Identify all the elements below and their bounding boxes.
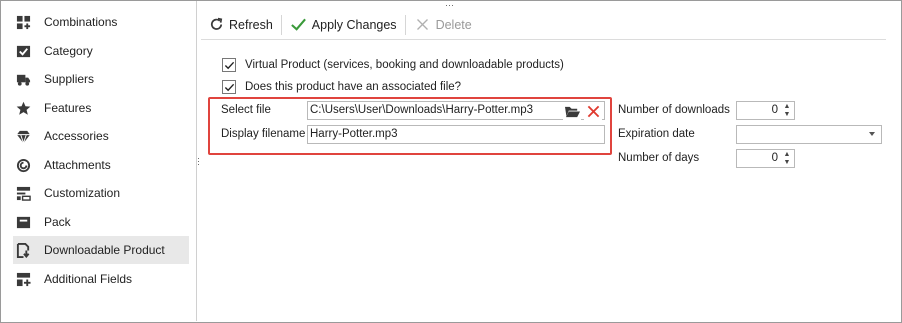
sidebar-item-combinations[interactable]: Combinations <box>15 8 189 36</box>
number-of-downloads-label: Number of downloads <box>618 104 730 116</box>
delete-label: Delete <box>435 17 472 32</box>
sidebar-item-pack[interactable]: Pack <box>15 208 189 236</box>
virtual-product-label: Virtual Product (services, booking and d… <box>245 59 564 71</box>
category-check-icon <box>15 43 31 59</box>
delete-x-icon <box>414 16 432 34</box>
sidebar-item-label: Suppliers <box>44 72 95 86</box>
clear-x-icon <box>587 105 599 117</box>
number-of-downloads-value: 0 <box>771 104 778 116</box>
expiration-date-label: Expiration date <box>618 128 695 140</box>
sidebar-item-label: Category <box>44 44 93 58</box>
checkmark-icon <box>290 16 308 34</box>
number-of-downloads-input[interactable]: 0 ▲ ▼ <box>736 101 795 120</box>
sidebar-item-accessories[interactable]: Accessories <box>15 122 189 150</box>
sidebar-item-label: Customization <box>44 186 121 200</box>
spin-arrows[interactable]: ▲ ▼ <box>782 151 792 166</box>
download-file-icon <box>15 242 31 258</box>
chevron-down-icon[interactable] <box>869 132 875 136</box>
display-filename-value: Harry-Potter.mp3 <box>310 128 398 140</box>
refresh-icon <box>207 16 225 34</box>
sidebar-item-downloadable-product[interactable]: Downloadable Product <box>13 236 189 264</box>
number-of-days-label: Number of days <box>618 152 700 164</box>
sidebar-item-customization[interactable]: Customization <box>15 179 189 207</box>
spin-down-icon[interactable]: ▼ <box>784 111 791 118</box>
splitter-grip[interactable]: · · · <box>197 154 201 169</box>
browse-folder-button[interactable] <box>563 102 581 120</box>
spin-up-icon[interactable]: ▲ <box>784 103 791 110</box>
toolbar-separator <box>280 14 282 35</box>
refresh-button[interactable]: Refresh <box>201 13 279 37</box>
sidebar-item-label: Downloadable Product <box>44 243 165 257</box>
checkmark-icon <box>224 83 234 91</box>
sidebar: Combinations Category Suppliers Features… <box>1 1 196 321</box>
display-filename-label: Display filename <box>221 128 306 140</box>
sidebar-item-attachments[interactable]: Attachments <box>15 151 189 179</box>
associated-file-row: Does this product have an associated fil… <box>222 78 461 96</box>
sidebar-item-label: Additional Fields <box>44 272 133 286</box>
sidebar-item-label: Combinations <box>44 15 118 29</box>
number-of-days-value: 0 <box>771 152 778 164</box>
select-file-value: C:\Users\User\Downloads\Harry-Potter.mp3 <box>310 104 534 116</box>
diamond-icon <box>15 128 31 144</box>
spin-up-icon[interactable]: ▲ <box>784 151 791 158</box>
refresh-label: Refresh <box>229 17 273 32</box>
virtual-product-checkbox[interactable] <box>222 58 236 72</box>
associated-file-checkbox[interactable] <box>222 80 236 94</box>
number-of-days-input[interactable]: 0 ▲ ▼ <box>736 149 795 168</box>
truck-icon <box>15 71 31 87</box>
apply-changes-label: Apply Changes <box>311 17 397 32</box>
sidebar-item-label: Pack <box>44 215 71 229</box>
fields-plus-icon <box>15 271 31 287</box>
delete-button[interactable]: Delete <box>408 13 478 37</box>
spin-down-icon[interactable]: ▼ <box>784 159 791 166</box>
sidebar-item-label: Accessories <box>44 129 109 143</box>
star-icon <box>15 100 31 116</box>
associated-file-label: Does this product have an associated fil… <box>245 81 462 93</box>
apply-changes-button[interactable]: Apply Changes <box>284 13 403 37</box>
sidebar-item-category[interactable]: Category <box>15 37 189 65</box>
grid-plus-icon <box>15 14 31 30</box>
sidebar-item-features[interactable]: Features <box>15 94 189 122</box>
pack-icon <box>15 214 31 230</box>
folder-open-icon <box>564 106 580 117</box>
select-file-label: Select file <box>221 104 271 116</box>
sidebar-item-label: Features <box>44 101 92 115</box>
display-filename-input[interactable]: Harry-Potter.mp3 <box>307 125 605 144</box>
expiration-date-picker[interactable] <box>736 125 882 144</box>
select-file-input[interactable]: C:\Users\User\Downloads\Harry-Potter.mp3 <box>307 101 605 120</box>
customization-icon <box>15 185 31 201</box>
toolbar: Refresh Apply Changes Delete <box>201 10 886 40</box>
clear-file-button[interactable] <box>584 102 602 120</box>
toolbar-separator <box>404 14 406 35</box>
sidebar-item-suppliers[interactable]: Suppliers <box>15 65 189 93</box>
sidebar-item-additional-fields[interactable]: Additional Fields <box>15 265 189 293</box>
sidebar-item-label: Attachments <box>44 158 111 172</box>
top-splitter-grip[interactable]: ··· <box>445 0 454 10</box>
spin-arrows[interactable]: ▲ ▼ <box>782 103 792 118</box>
virtual-product-row: Virtual Product (services, booking and d… <box>222 56 564 74</box>
paperclip-icon <box>15 157 31 173</box>
checkmark-icon <box>224 61 234 69</box>
